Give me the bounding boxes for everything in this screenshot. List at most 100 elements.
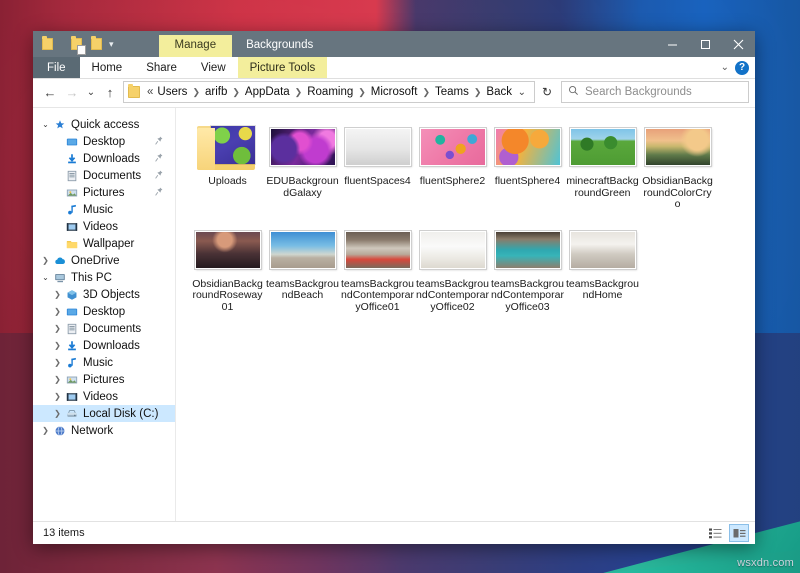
pin-icon[interactable]	[155, 153, 163, 164]
status-bar: 13 items	[33, 521, 755, 544]
large-icons-view-button[interactable]	[729, 524, 749, 542]
sidebar-item-desktop[interactable]: Desktop	[33, 133, 175, 150]
file-item[interactable]: teamsBackgroundBeach	[265, 223, 340, 314]
tab-home[interactable]: Home	[80, 57, 135, 78]
title-context-area: Manage Backgrounds	[158, 31, 326, 57]
sidebar-item-label: Network	[71, 424, 114, 437]
sidebar-item-3d-objects[interactable]: ❯ 3D Objects	[33, 286, 175, 303]
details-view-button[interactable]	[705, 524, 725, 542]
sidebar-item-downloads[interactable]: Downloads	[33, 150, 175, 167]
file-item[interactable]: ObsidianBackgroundColorCryo	[640, 120, 715, 211]
breadcrumb-item-microsoft[interactable]: Microsoft	[369, 86, 420, 98]
breadcrumb-item-teams[interactable]: Teams	[433, 86, 471, 98]
sidebar-item-wallpaper[interactable]: Wallpaper	[33, 235, 175, 252]
minimize-button[interactable]	[656, 31, 689, 57]
chevron-right-icon[interactable]: ❯	[39, 256, 52, 265]
tab-picture-tools[interactable]: Picture Tools	[237, 57, 328, 78]
chevron-down-icon[interactable]: ⌄	[39, 120, 52, 129]
thumbnail-container	[642, 122, 714, 172]
chevron-right-icon[interactable]: ❯	[39, 426, 52, 435]
chevron-right-icon[interactable]: ❯	[51, 324, 64, 333]
recent-locations-icon[interactable]: ⌄	[83, 81, 99, 103]
window-title: Backgrounds	[246, 38, 314, 51]
sidebar-item-documents[interactable]: ❯ Documents	[33, 320, 175, 337]
file-item[interactable]: EDUBackgroundGalaxy	[265, 120, 340, 211]
sidebar-item-network[interactable]: ❯ Network	[33, 422, 175, 439]
tab-file[interactable]: File	[33, 57, 80, 78]
address-folder-icon	[128, 84, 140, 98]
qat-folder-icon[interactable]	[38, 34, 56, 54]
image-thumbnail	[194, 230, 261, 269]
thumbnail-container	[342, 225, 414, 275]
sidebar-item-pictures[interactable]: Pictures	[33, 184, 175, 201]
thumbnail-container	[267, 225, 339, 275]
file-name-label: ObsidianBackgroundRoseway01	[192, 277, 263, 313]
new-folder-icon[interactable]	[87, 34, 105, 54]
chevron-down-icon[interactable]: ⌄	[721, 62, 729, 73]
sidebar-item-music[interactable]: ❯ Music	[33, 354, 175, 371]
image-thumbnail	[269, 230, 336, 269]
chevron-right-icon[interactable]: ❯	[51, 290, 64, 299]
chevron-right-icon[interactable]: ❯	[51, 375, 64, 384]
sidebar-item-pictures[interactable]: ❯ Pictures	[33, 371, 175, 388]
breadcrumb-overflow-icon[interactable]: «	[145, 86, 155, 98]
file-item[interactable]: teamsBackgroundHome	[565, 223, 640, 314]
forward-button[interactable]: →	[61, 81, 83, 103]
sidebar-item-local-disk-c[interactable]: ❯ Local Disk (C:)	[33, 405, 175, 422]
breadcrumb-item-arifb[interactable]: arifb	[203, 86, 229, 98]
pin-icon[interactable]	[155, 170, 163, 181]
chevron-right-icon[interactable]: ❯	[51, 409, 64, 418]
folder-item[interactable]: Uploads	[190, 120, 265, 211]
sidebar-item-this-pc[interactable]: ⌄ This PC	[33, 269, 175, 286]
address-dropdown-icon[interactable]: ⌄	[512, 87, 532, 98]
chevron-right-icon[interactable]: ❯	[51, 341, 64, 350]
file-name-label: teamsBackgroundHome	[566, 277, 639, 301]
tab-view[interactable]: View	[189, 57, 238, 78]
image-thumbnail	[569, 230, 636, 269]
documents-icon	[64, 323, 79, 335]
file-item[interactable]: ObsidianBackgroundRoseway01	[190, 223, 265, 314]
documents-icon	[64, 170, 79, 182]
file-name-label: Uploads	[208, 175, 247, 187]
sidebar-item-desktop[interactable]: ❯ Desktop	[33, 303, 175, 320]
refresh-icon[interactable]: ↻	[535, 81, 559, 103]
sidebar-item-quick-access[interactable]: ⌄ Quick access	[33, 116, 175, 133]
file-item[interactable]: fluentSpaces4	[340, 120, 415, 211]
file-item[interactable]: teamsBackgroundContemporaryOffice03	[490, 223, 565, 314]
chevron-down-icon[interactable]: ⌄	[39, 273, 52, 282]
search-box[interactable]: Search Backgrounds	[561, 81, 749, 103]
file-item[interactable]: teamsBackgroundContemporaryOffice01	[340, 223, 415, 314]
maximize-button[interactable]	[689, 31, 722, 57]
file-item[interactable]: minecraftBackgroundGreen	[565, 120, 640, 211]
up-button[interactable]: ↑	[99, 81, 121, 103]
site-watermark: wsxdn.com	[737, 557, 794, 569]
breadcrumb-item-backgrounds[interactable]: Backgrounds	[484, 86, 511, 98]
sidebar-item-onedrive[interactable]: ❯ OneDrive	[33, 252, 175, 269]
pin-icon[interactable]	[155, 136, 163, 147]
sidebar-item-videos[interactable]: ❯ Videos	[33, 388, 175, 405]
file-item[interactable]: fluentSphere2	[415, 120, 490, 211]
address-bar[interactable]: « Users ❯ arifb ❯ AppData ❯ Roaming ❯ Mi…	[123, 81, 535, 103]
chevron-right-icon[interactable]: ❯	[51, 358, 64, 367]
customize-qat-dropdown-icon[interactable]: ▾	[107, 34, 116, 54]
back-button[interactable]: ←	[39, 81, 61, 103]
pin-icon[interactable]	[155, 187, 163, 198]
manage-context-tab[interactable]: Manage	[158, 34, 233, 57]
breadcrumb-item-appdata[interactable]: AppData	[243, 86, 292, 98]
properties-icon[interactable]	[67, 34, 86, 55]
chevron-right-icon[interactable]: ❯	[51, 392, 64, 401]
breadcrumb-item-users[interactable]: Users	[155, 86, 189, 98]
sidebar-item-videos[interactable]: Videos	[33, 218, 175, 235]
sidebar-item-label: Videos	[83, 220, 118, 233]
sidebar-item-music[interactable]: Music	[33, 201, 175, 218]
file-item[interactable]: teamsBackgroundContemporaryOffice02	[415, 223, 490, 314]
content-pane[interactable]: Uploads EDUBackgroundGalaxy fluentSpaces4 f…	[175, 108, 755, 521]
sidebar-item-downloads[interactable]: ❯ Downloads	[33, 337, 175, 354]
close-button[interactable]	[722, 31, 755, 57]
sidebar-item-documents[interactable]: Documents	[33, 167, 175, 184]
chevron-right-icon[interactable]: ❯	[51, 307, 64, 316]
tab-share[interactable]: Share	[134, 57, 189, 78]
breadcrumb-item-roaming[interactable]: Roaming	[305, 86, 355, 98]
file-item[interactable]: fluentSphere4	[490, 120, 565, 211]
help-icon[interactable]: ?	[735, 60, 749, 75]
